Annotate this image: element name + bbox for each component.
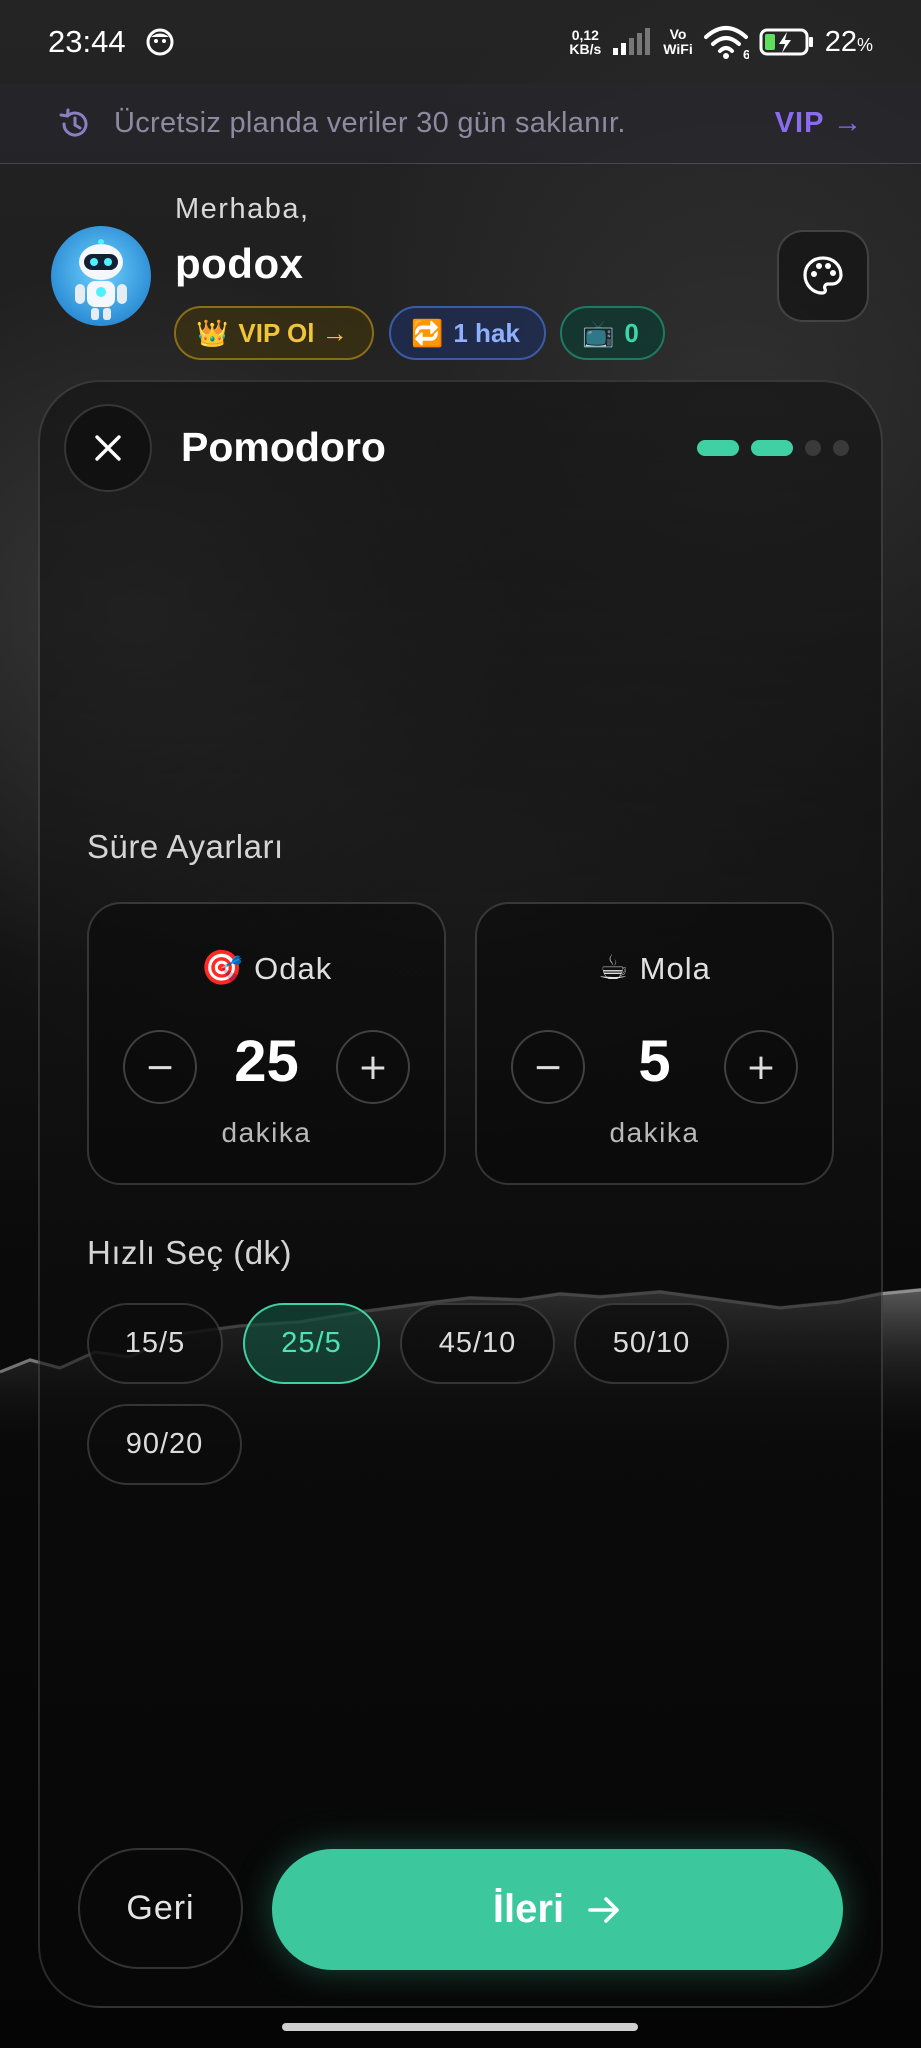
vip-chip-label: VIP Ol → — [238, 317, 348, 348]
history-icon — [59, 108, 88, 137]
focus-label: Odak — [254, 951, 333, 986]
step-dot — [751, 440, 793, 456]
preset-45-10[interactable]: 45/10 — [400, 1303, 555, 1384]
back-button[interactable]: Geri — [78, 1848, 243, 1969]
ads-chip[interactable]: 📺 0 — [560, 306, 665, 360]
break-label: Mola — [639, 951, 711, 986]
step-dot — [697, 440, 739, 456]
notification-face-icon — [146, 28, 174, 56]
palette-icon — [803, 256, 843, 295]
banner-vip-link[interactable]: VIP → — [775, 107, 863, 140]
durations-section-title: Süre Ayarları — [87, 828, 284, 865]
username: podox — [175, 240, 304, 287]
theme-button[interactable] — [777, 230, 869, 322]
wifi-icon: 6 — [703, 26, 749, 59]
break-increase-button[interactable]: + — [724, 1030, 798, 1104]
next-button-label: İleri — [492, 1887, 565, 1931]
svg-text:6: 6 — [743, 47, 749, 59]
preset-25-5[interactable]: 25/5 — [243, 1303, 380, 1384]
robot-avatar-icon — [75, 239, 127, 320]
step-indicator — [697, 440, 849, 456]
banner-text: Ücretsiz planda veriler 30 gün saklanır. — [114, 107, 626, 139]
focus-unit: dakika — [221, 1117, 312, 1148]
focus-duration-card: 🎯 Odak − 25 + dakika — [87, 902, 446, 1185]
target-icon: 🎯 — [200, 949, 245, 987]
pomodoro-wizard-card — [38, 380, 883, 2008]
avatar[interactable] — [51, 226, 151, 326]
rights-chip[interactable]: 🔁 1 hak — [389, 306, 546, 360]
cell-signal-icon — [613, 28, 651, 55]
home-indicator[interactable] — [282, 2023, 638, 2031]
status-time: 23:44 — [48, 24, 126, 59]
ads-chip-label: 0 — [624, 317, 639, 348]
crown-icon: 👑 — [196, 317, 229, 348]
vip-upgrade-chip[interactable]: 👑 VIP Ol → — [174, 306, 374, 360]
quick-select-title: Hızlı Seç (dk) — [87, 1234, 293, 1271]
repeat-icon: 🔁 — [411, 317, 444, 348]
arrow-right-icon — [588, 1896, 619, 1923]
preset-90-20[interactable]: 90/20 — [87, 1404, 242, 1485]
battery-level: 22% — [824, 25, 873, 58]
tv-icon: 📺 — [582, 317, 615, 348]
greeting: Merhaba, — [175, 193, 310, 225]
preset-15-5[interactable]: 15/5 — [87, 1303, 223, 1384]
break-unit: dakika — [609, 1117, 700, 1148]
network-speed: 0,12 KB/s — [569, 27, 602, 57]
preset-50-10[interactable]: 50/10 — [574, 1303, 729, 1384]
storage-notice-banner: Ücretsiz planda veriler 30 gün saklanır.… — [0, 84, 921, 164]
coffee-icon: ☕ — [598, 949, 630, 987]
step-dot — [805, 440, 821, 456]
next-button[interactable]: İleri — [272, 1849, 843, 1970]
close-icon — [95, 435, 121, 461]
vowifi-indicator: Vo WiFi — [663, 26, 693, 57]
close-button[interactable] — [64, 404, 152, 492]
step-dot — [833, 440, 849, 456]
wizard-title: Pomodoro — [181, 424, 386, 470]
status-bar: 23:44 0,12 KB/s Vo WiFi 6 22% — [0, 0, 921, 84]
break-duration-card: ☕ Mola − 5 + dakika — [475, 902, 834, 1185]
focus-increase-button[interactable]: + — [336, 1030, 410, 1104]
battery-charging-icon — [759, 28, 813, 56]
rights-chip-label: 1 hak — [453, 317, 520, 348]
